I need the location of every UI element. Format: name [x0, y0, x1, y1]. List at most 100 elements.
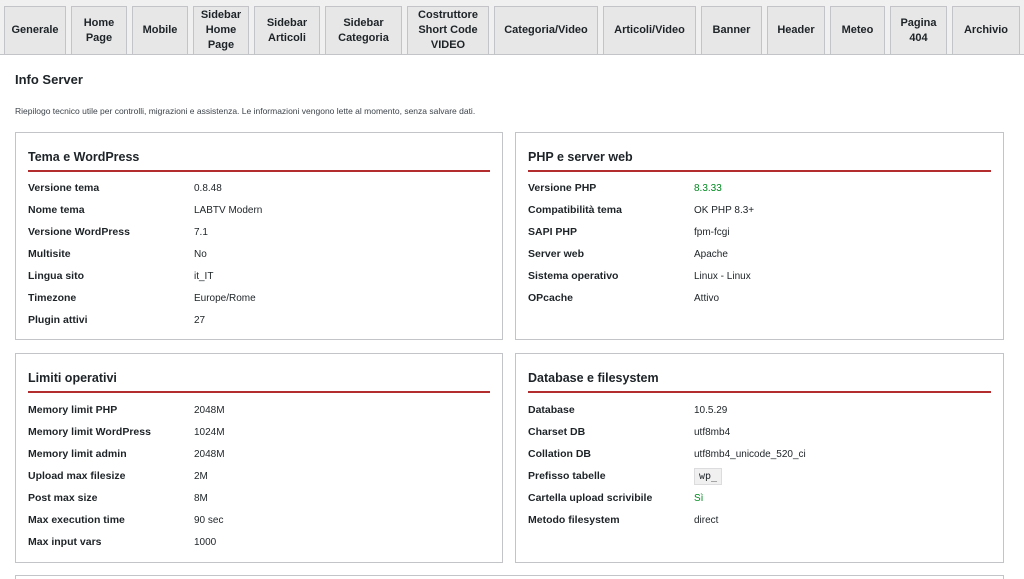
card-php-server: PHP e server web Versione PHP 8.3.33 Comp…: [515, 132, 1004, 340]
tab-meteo[interactable]: Meteo: [830, 6, 885, 54]
info-row: Versione PHP 8.3.33: [528, 181, 722, 195]
info-row: Max input vars 1000: [28, 535, 216, 549]
info-label: Versione PHP: [528, 182, 597, 194]
info-label: Nome tema: [28, 204, 85, 216]
info-label: Lingua sito: [28, 270, 84, 282]
info-value: 8.3.33: [694, 182, 722, 194]
info-row: Compatibilità tema OK PHP 8.3+: [528, 203, 754, 217]
info-label: Metodo filesystem: [528, 514, 620, 526]
info-row: Metodo filesystem direct: [528, 513, 718, 527]
tab-categoria-video[interactable]: Categoria/Video: [494, 6, 598, 54]
info-label: Cartella upload scrivibile: [528, 492, 653, 504]
info-row: Memory limit admin 2048M: [28, 447, 225, 461]
card-divider: [528, 170, 991, 172]
info-label: Upload max filesize: [28, 470, 126, 482]
info-label: Prefisso tabelle: [528, 470, 606, 482]
info-label: Server web: [528, 248, 585, 260]
info-value: 1024M: [194, 426, 225, 438]
info-label: Database: [528, 404, 575, 416]
tab-pagina-404[interactable]: Pagina 404: [890, 6, 947, 54]
tab-generale[interactable]: Generale: [4, 6, 66, 54]
info-row: Multisite No: [28, 247, 207, 261]
info-label: Post max size: [28, 492, 98, 504]
info-value: Linux - Linux: [694, 270, 751, 282]
info-value: 2048M: [194, 404, 225, 416]
card-divider: [28, 391, 490, 393]
info-row: Charset DB utf8mb4: [528, 425, 730, 439]
tab-sidebar-categoria[interactable]: Sidebar Categoria: [325, 6, 402, 54]
info-value: 27: [194, 314, 206, 326]
tab-costruttore-short-code-video[interactable]: Costruttore Short Code VIDEO: [407, 6, 489, 54]
info-value: Europe/Rome: [194, 292, 256, 304]
info-label: Charset DB: [528, 426, 586, 438]
info-label: Multisite: [28, 248, 71, 260]
info-label: Versione WordPress: [28, 226, 130, 238]
info-value: it_IT: [194, 270, 214, 282]
info-row: Memory limit WordPress 1024M: [28, 425, 225, 439]
info-value: 8M: [194, 492, 208, 504]
info-value: LABTV Modern: [194, 204, 263, 216]
tab-banner[interactable]: Banner: [701, 6, 762, 54]
info-value: fpm-fcgi: [694, 226, 730, 238]
info-label: SAPI PHP: [528, 226, 578, 238]
info-row: Sistema operativo Linux - Linux: [528, 269, 751, 283]
info-label: Memory limit PHP: [28, 404, 118, 416]
info-value: 2M: [194, 470, 208, 482]
info-row: Plugin attivi 27: [28, 313, 205, 327]
info-value: No: [194, 248, 207, 260]
card-title: PHP e server web: [528, 150, 633, 164]
info-value: Sì: [694, 492, 704, 504]
tab-articoli-video[interactable]: Articoli/Video: [603, 6, 696, 54]
info-row: Versione tema 0.8.48: [28, 181, 222, 195]
info-value: Attivo: [694, 292, 720, 304]
info-label: Memory limit WordPress: [28, 426, 151, 438]
info-label: Max execution time: [28, 514, 125, 526]
info-value: 1000: [194, 536, 217, 548]
page-title: Info Server: [15, 72, 83, 87]
card-divider: [28, 170, 490, 172]
info-server-page: Info Server Riepilogo tecnico utile per …: [0, 55, 1024, 579]
info-label: Sistema operativo: [528, 270, 619, 282]
info-value: 10.5.29: [694, 404, 728, 416]
info-value: 2048M: [194, 448, 225, 460]
card-divider: [528, 391, 991, 393]
card-title: Limiti operativi: [28, 371, 117, 385]
settings-tabs: Generale Home Page Mobile Sidebar Home P…: [0, 0, 1024, 56]
info-value: 7.1: [194, 226, 208, 238]
tab-sidebar-articoli[interactable]: Sidebar Articoli: [254, 6, 320, 54]
next-card-partial: [15, 575, 1004, 579]
info-value: utf8mb4: [694, 426, 731, 438]
info-row: Database 10.5.29: [528, 403, 727, 417]
card-limiti-operativi: Limiti operativi Memory limit PHP 2048M M…: [15, 353, 503, 563]
info-row: Post max size 8M: [28, 491, 208, 505]
info-label: Max input vars: [28, 536, 102, 548]
info-row: Max execution time 90 sec: [28, 513, 223, 527]
card-database-filesystem: Database e filesystem Database 10.5.29 Ch…: [515, 353, 1004, 563]
info-label: Versione tema: [28, 182, 100, 194]
info-value: utf8mb4_unicode_520_ci: [694, 448, 806, 460]
info-row: OPcache Attivo: [528, 291, 719, 305]
info-label: Plugin attivi: [28, 314, 88, 326]
info-label: Compatibilità tema: [528, 204, 622, 216]
tab-mobile[interactable]: Mobile: [132, 6, 188, 54]
info-row: Versione WordPress 7.1: [28, 225, 208, 239]
info-row: Memory limit PHP 2048M: [28, 403, 225, 417]
info-label: Memory limit admin: [28, 448, 127, 460]
tab-archivio[interactable]: Archivio: [952, 6, 1020, 54]
info-row: Server web Apache: [528, 247, 728, 261]
info-row: Cartella upload scrivibile Sì: [528, 491, 703, 505]
info-row: Upload max filesize 2M: [28, 469, 208, 483]
table-prefix-code: wp_: [694, 467, 723, 485]
card-theme-wordpress: Tema e WordPress Versione tema 0.8.48 Nom…: [15, 132, 503, 340]
tab-sidebar-home-page[interactable]: Sidebar Home Page: [193, 6, 249, 54]
page-subtitle: Riepilogo tecnico utile per controlli, m…: [15, 106, 476, 116]
info-value: 90 sec: [194, 514, 224, 526]
info-row: Prefisso tabelle wp_: [528, 467, 723, 485]
info-value: 0.8.48: [194, 182, 222, 194]
tab-home-page[interactable]: Home Page: [71, 6, 127, 54]
info-row: Nome tema LABTV Modern: [28, 203, 262, 217]
tab-header[interactable]: Header: [767, 6, 825, 54]
info-row: Lingua sito it_IT: [28, 269, 213, 283]
info-row: Collation DB utf8mb4_unicode_520_ci: [528, 447, 806, 461]
info-label: OPcache: [528, 292, 573, 304]
